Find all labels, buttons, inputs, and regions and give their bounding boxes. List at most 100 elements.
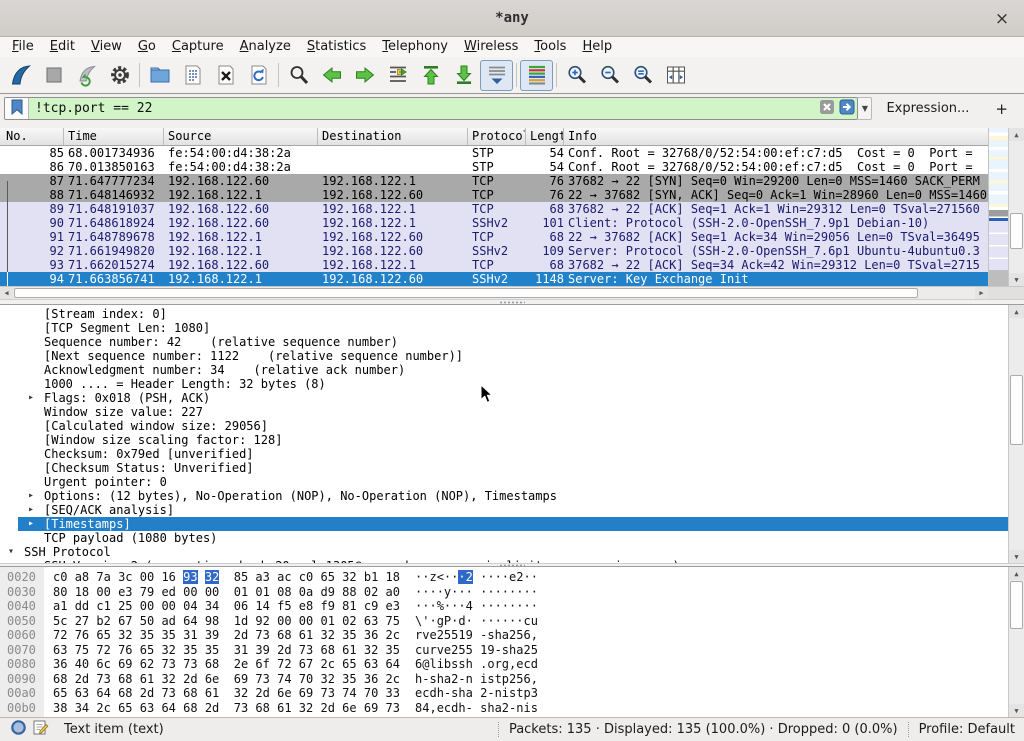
capture-comment-button[interactable]: [30, 721, 50, 739]
hex-bytes[interactable]: 36 40 6c 69 62 73 73 68 2e 6f 72 67 2c 6…: [44, 657, 400, 672]
detail-line[interactable]: 1000 .... = Header Length: 32 bytes (8): [0, 377, 1024, 391]
hex-ascii[interactable]: h-sha2-n istp256,: [400, 672, 538, 687]
hex-ascii[interactable]: 84,ecdh- sha2-nis: [400, 701, 538, 716]
filter-bookmark-button[interactable]: [5, 98, 29, 119]
hex-row[interactable]: 00b038 34 2c 65 63 64 68 2d 73 68 61 32 …: [0, 701, 1024, 716]
menu-tools[interactable]: Tools: [526, 37, 574, 57]
add-filter-button[interactable]: +: [979, 100, 1020, 118]
hex-row[interactable]: 007063 75 72 76 65 32 35 35 31 39 2d 73 …: [0, 643, 1024, 658]
filter-history-dropdown[interactable]: ▼: [858, 97, 872, 120]
titlebar[interactable]: *any ×: [0, 0, 1024, 37]
hex-ascii[interactable]: 6@libssh .org,ecd: [400, 657, 538, 672]
hex-ascii[interactable]: ··z<···2 ····e2··: [400, 570, 538, 585]
first-packet-button[interactable]: [414, 60, 447, 91]
menu-wireless[interactable]: Wireless: [456, 37, 526, 57]
hex-bytes[interactable]: 65 63 64 68 2d 73 68 61 32 2d 6e 69 73 7…: [44, 686, 400, 701]
last-packet-button[interactable]: [447, 60, 480, 91]
zoom-in-button[interactable]: [560, 60, 593, 91]
detail-line[interactable]: [Next sequence number: 1122 (relative se…: [0, 349, 1024, 363]
close-icon[interactable]: ×: [990, 7, 1014, 31]
menu-file[interactable]: File: [4, 37, 42, 57]
zoom-out-button[interactable]: [593, 60, 626, 91]
column-header-info[interactable]: Info: [564, 128, 988, 145]
hex-bytes[interactable]: c0 a8 7a 3c 00 16 93 32 85 a3 ac c0 65 3…: [44, 570, 400, 585]
scroll-up-icon[interactable]: ▲: [1009, 128, 1024, 141]
next-packet-button[interactable]: [348, 60, 381, 91]
intelligent-scrollbar-minimap[interactable]: [988, 128, 1008, 286]
packet-row[interactable]: 8568.001734936fe:54:00:d4:38:2aSTP54Conf…: [0, 146, 988, 160]
hex-ascii[interactable]: rve25519 -sha256,: [400, 628, 538, 643]
resize-columns-button[interactable]: [659, 60, 692, 91]
hex-row[interactable]: 003080 18 00 e3 79 ed 00 00 01 01 08 0a …: [0, 585, 1024, 600]
detail-line[interactable]: Checksum: 0x79ed [unverified]: [0, 447, 1024, 461]
detail-line[interactable]: Window size value: 227: [0, 405, 1024, 419]
hex-bytes[interactable]: 72 76 65 32 35 35 31 39 2d 73 68 61 32 3…: [44, 628, 400, 643]
hex-row[interactable]: 008036 40 6c 69 62 73 73 68 2e 6f 72 67 …: [0, 657, 1024, 672]
open-file-button[interactable]: [143, 60, 176, 91]
hex-row[interactable]: 00505c 27 b2 67 50 ad 64 98 1d 92 00 00 …: [0, 614, 1024, 629]
reload-file-button[interactable]: [242, 60, 275, 91]
packet-row[interactable]: 8771.647777234192.168.122.60192.168.122.…: [0, 174, 988, 188]
bytes-vertical-scrollbar[interactable]: ▲ ▼: [1008, 567, 1024, 717]
save-file-button[interactable]: [176, 60, 209, 91]
hex-bytes[interactable]: 63 75 72 76 65 32 35 35 31 39 2d 73 68 6…: [44, 643, 400, 658]
close-file-button[interactable]: [209, 60, 242, 91]
previous-packet-button[interactable]: [315, 60, 348, 91]
stop-capture-button[interactable]: [37, 60, 70, 91]
detail-line[interactable]: [TCP Segment Len: 1080]: [0, 321, 1024, 335]
menu-statistics[interactable]: Statistics: [299, 37, 374, 57]
detail-line[interactable]: [Window size scaling factor: 128]: [0, 433, 1024, 447]
hex-ascii[interactable]: ecdh-sha 2-nistp3: [400, 686, 538, 701]
packet-row[interactable]: 8670.013850163fe:54:00:d4:38:2aSTP54Conf…: [0, 160, 988, 174]
capture-options-button[interactable]: [103, 60, 136, 91]
zoom-reset-button[interactable]: [626, 60, 659, 91]
menu-go[interactable]: Go: [130, 37, 164, 57]
hex-ascii[interactable]: curve255 19-sha25: [400, 643, 538, 658]
packet-list-horizontal-scrollbar[interactable]: ◀ ▶: [0, 286, 988, 299]
display-filter-field[interactable]: [4, 97, 858, 120]
column-header-protocol[interactable]: Protocol: [468, 128, 526, 145]
hex-bytes[interactable]: 80 18 00 e3 79 ed 00 00 01 01 08 0a d9 8…: [44, 585, 400, 600]
detail-line[interactable]: [Calculated window size: 29056]: [0, 419, 1024, 433]
menu-view[interactable]: View: [83, 37, 130, 57]
packet-row[interactable]: 9371.662015274192.168.122.60192.168.122.…: [0, 258, 988, 272]
scrollbar-thumb[interactable]: [14, 288, 918, 298]
expert-info-button[interactable]: [8, 721, 28, 739]
column-header-length[interactable]: Length: [526, 128, 564, 145]
detail-line[interactable]: [Stream index: 0]: [0, 307, 1024, 321]
hex-row[interactable]: 006072 76 65 32 35 35 31 39 2d 73 68 61 …: [0, 628, 1024, 643]
scroll-up-icon[interactable]: ▲: [1009, 567, 1024, 580]
menu-help[interactable]: Help: [574, 37, 620, 57]
detail-line[interactable]: Urgent pointer: 0: [0, 475, 1024, 489]
packet-row[interactable]: 8871.648146932192.168.122.1192.168.122.6…: [0, 188, 988, 202]
hex-bytes[interactable]: 68 2d 73 68 61 32 2d 6e 69 73 74 70 32 3…: [44, 672, 400, 687]
detail-line[interactable]: Acknowledgment number: 34 (relative ack …: [0, 363, 1024, 377]
column-header-no[interactable]: No.: [0, 128, 64, 145]
column-header-time[interactable]: Time: [64, 128, 164, 145]
detail-line[interactable]: ▾SSH Protocol: [0, 545, 1024, 559]
detail-line[interactable]: ▸[Timestamps]: [0, 517, 1024, 531]
hex-ascii[interactable]: ···%···4 ········: [400, 599, 538, 614]
expression-button[interactable]: Expression...: [872, 101, 979, 116]
start-capture-button[interactable]: [4, 60, 37, 91]
column-header-destination[interactable]: Destination: [318, 128, 468, 145]
detail-line[interactable]: [Checksum Status: Unverified]: [0, 461, 1024, 475]
filter-clear-button[interactable]: [817, 98, 837, 119]
filter-apply-button[interactable]: [837, 98, 857, 119]
detail-line[interactable]: ▸SSH Version 2 (encryption:chacha20-poly…: [0, 559, 1024, 563]
packet-row[interactable]: 8971.648191037192.168.122.60192.168.122.…: [0, 202, 988, 216]
menu-telephony[interactable]: Telephony: [374, 37, 456, 57]
column-header-source[interactable]: Source: [164, 128, 318, 145]
hex-row[interactable]: 0020c0 a8 7a 3c 00 16 93 32 85 a3 ac c0 …: [0, 570, 1024, 585]
hex-row[interactable]: 00a065 63 64 68 2d 73 68 61 32 2d 6e 69 …: [0, 686, 1024, 701]
profile-status[interactable]: Profile: Default: [919, 722, 1024, 737]
hex-bytes[interactable]: 38 34 2c 65 63 64 68 2d 73 68 61 32 2d 6…: [44, 701, 400, 716]
hex-ascii[interactable]: \'·gP·d· ······cu: [400, 614, 538, 629]
detail-line[interactable]: Sequence number: 42 (relative sequence n…: [0, 335, 1024, 349]
find-packet-button[interactable]: [282, 60, 315, 91]
hex-bytes[interactable]: 5c 27 b2 67 50 ad 64 98 1d 92 00 00 01 0…: [44, 614, 400, 629]
menu-analyze[interactable]: Analyze: [232, 37, 299, 57]
restart-capture-button[interactable]: [70, 60, 103, 91]
packet-row[interactable]: 9071.648618924192.168.122.60192.168.122.…: [0, 216, 988, 230]
detail-line[interactable]: ▸[SEQ/ACK analysis]: [0, 503, 1024, 517]
